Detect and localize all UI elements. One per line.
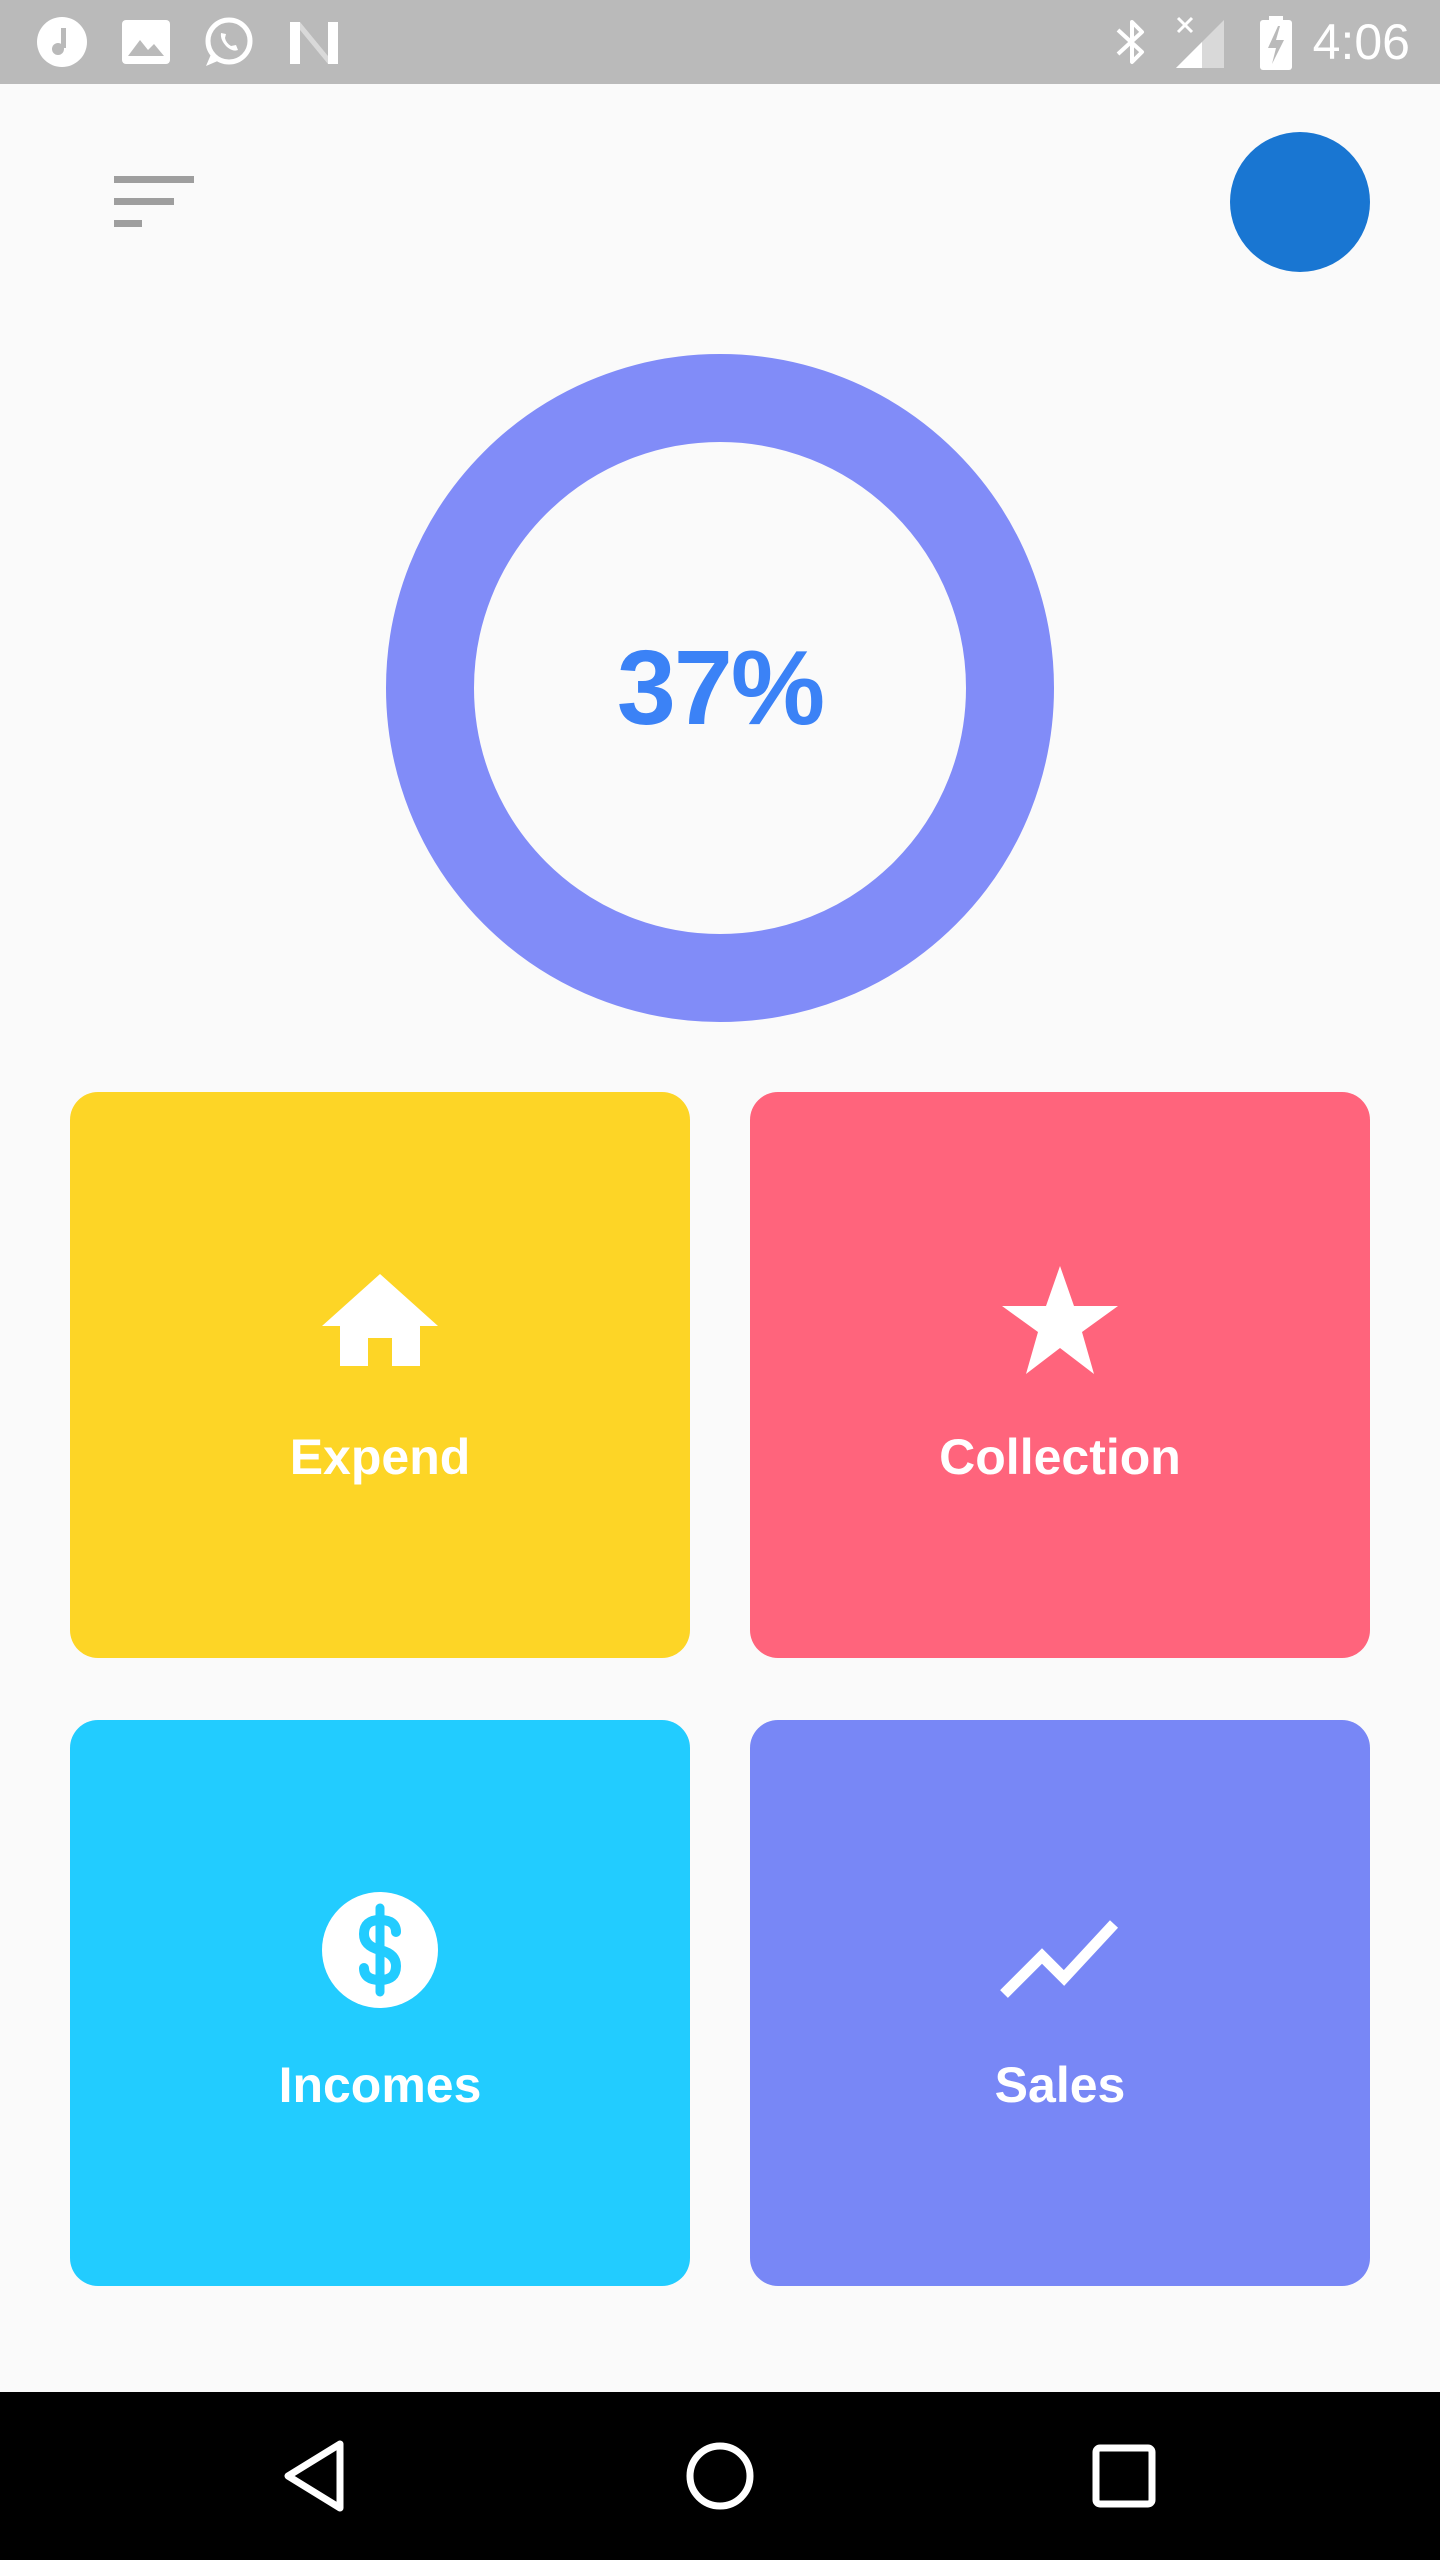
dollar-circle-icon <box>320 1890 440 2010</box>
recents-square-icon <box>1092 2444 1156 2508</box>
home-icon <box>320 1262 440 1382</box>
whatsapp-icon <box>200 14 256 70</box>
incomes-label: Incomes <box>278 2057 482 2113</box>
bluetooth-icon <box>1104 14 1160 70</box>
trending-line-icon <box>1000 1890 1120 2010</box>
expend-tile[interactable]: Expend <box>70 1092 690 1658</box>
back-triangle-icon <box>284 2440 344 2512</box>
sales-label: Sales <box>994 2057 1126 2113</box>
collection-tile[interactable]: Collection <box>750 1092 1370 1658</box>
sales-tile[interactable]: Sales <box>750 1720 1370 2286</box>
recents-button[interactable] <box>1074 2426 1174 2526</box>
progress-label: 37% <box>616 629 825 747</box>
status-bar: 4:06 <box>0 0 1440 84</box>
menu-button[interactable] <box>100 160 210 250</box>
incomes-tile[interactable]: Incomes <box>70 1720 690 2286</box>
signal-no-sim-icon <box>1172 14 1228 70</box>
collection-label: Collection <box>939 1429 1181 1485</box>
status-time: 4:06 <box>1312 14 1410 70</box>
back-button[interactable] <box>266 2426 366 2526</box>
n-notification-icon <box>286 14 342 70</box>
sort-menu-icon <box>114 176 194 227</box>
home-button[interactable] <box>670 2426 770 2526</box>
expend-label: Expend <box>289 1429 471 1485</box>
music-note-icon <box>34 14 90 70</box>
avatar[interactable] <box>1230 132 1370 272</box>
progress-ring: 37% <box>386 354 1054 1022</box>
star-icon <box>1000 1262 1120 1382</box>
battery-charging-icon <box>1248 14 1304 70</box>
home-circle-icon <box>686 2442 754 2510</box>
navigation-bar <box>0 2392 1440 2560</box>
image-icon <box>118 14 174 70</box>
